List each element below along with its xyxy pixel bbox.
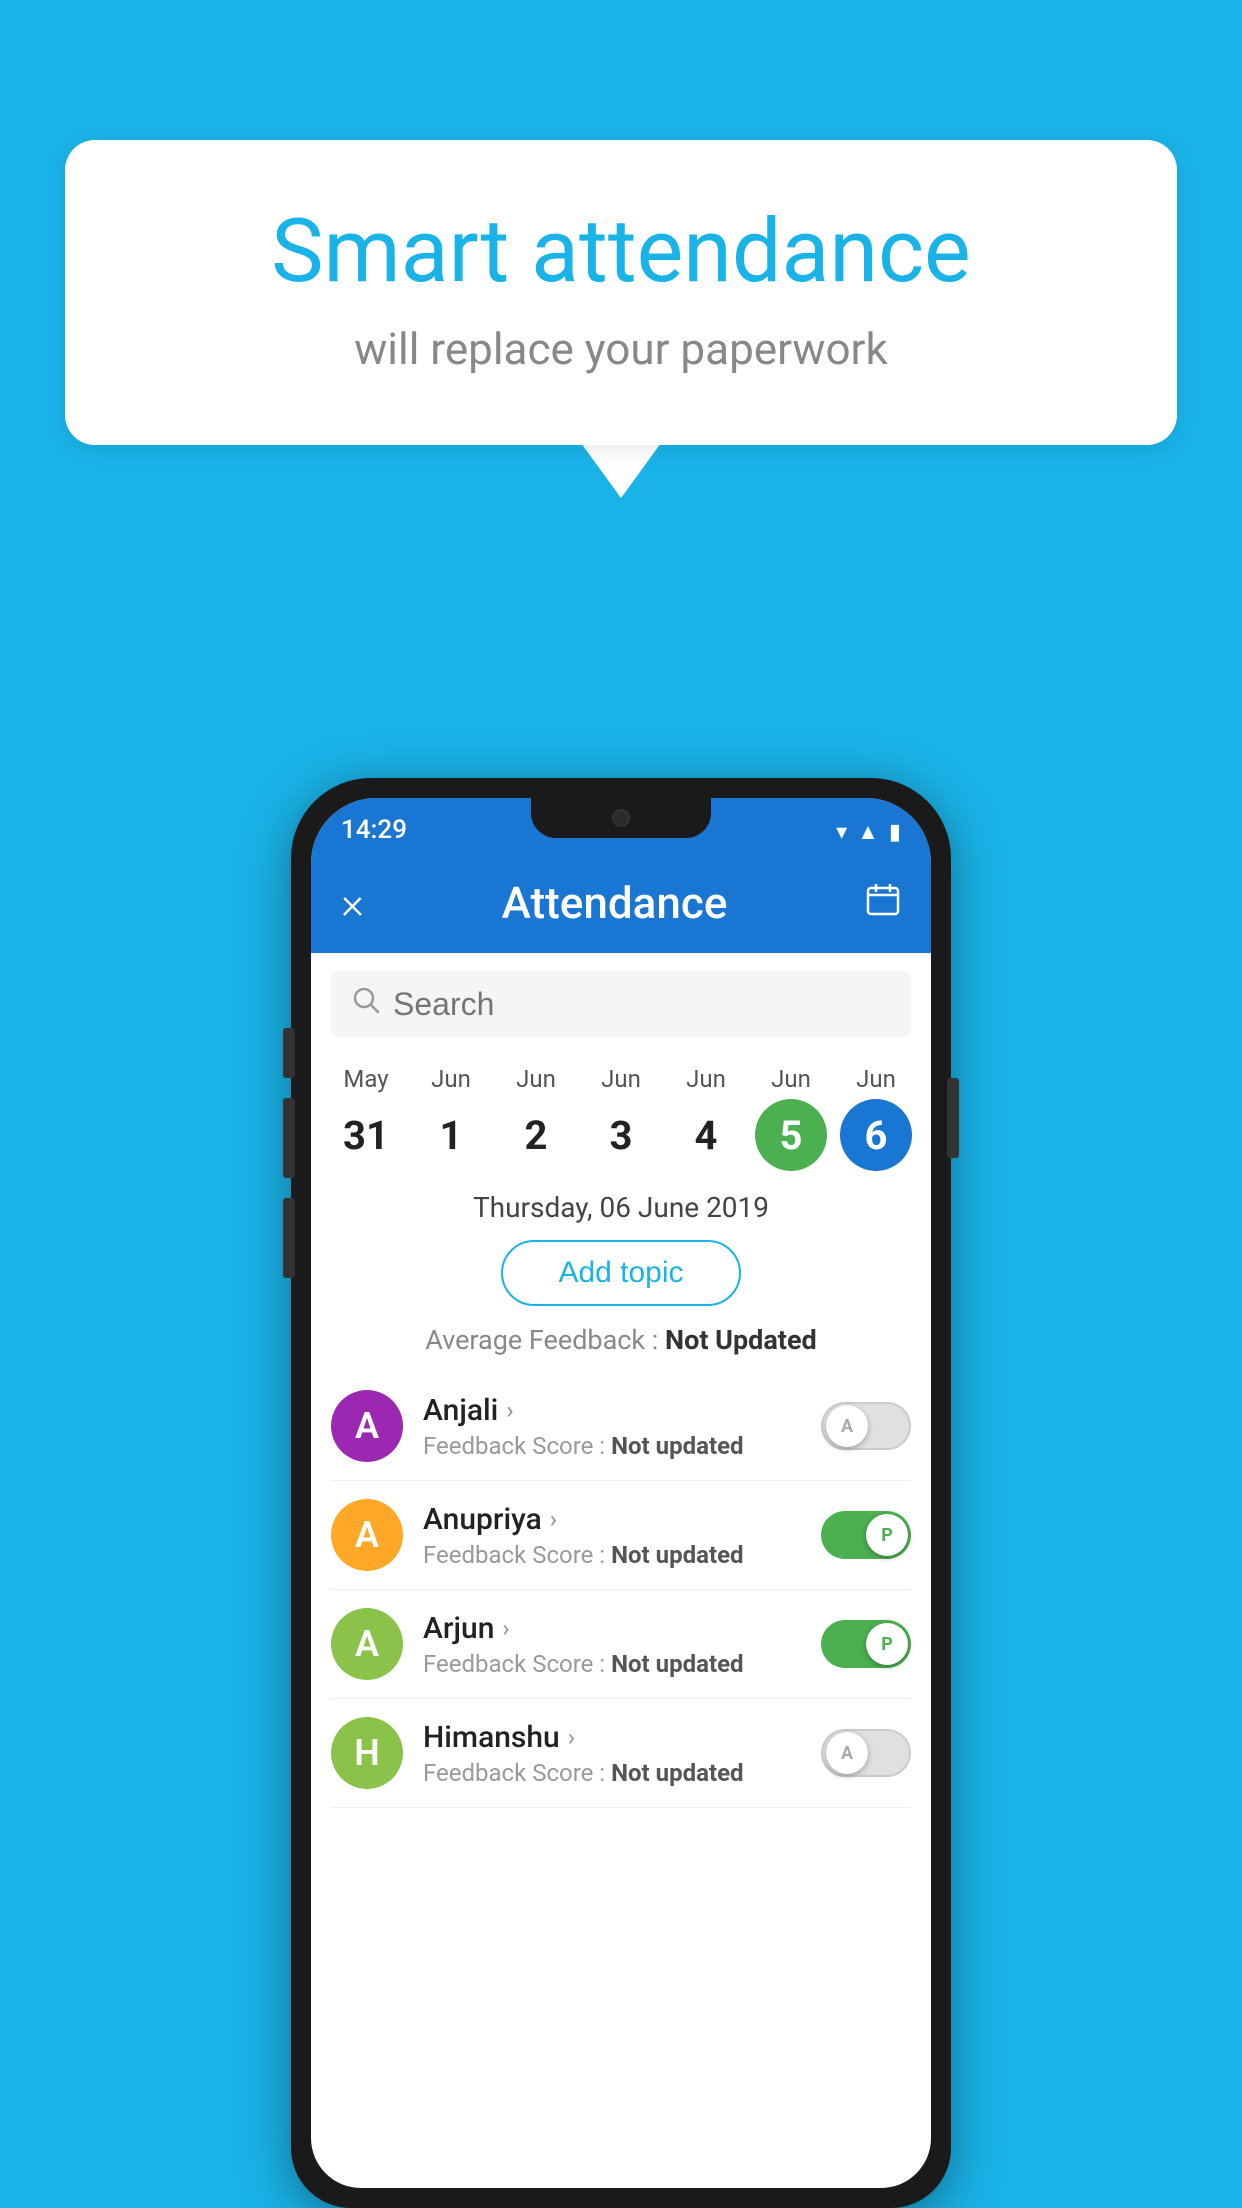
chevron-right-icon: › — [550, 1505, 557, 1533]
selected-date-label: Thursday, 06 June 2019 — [311, 1191, 931, 1224]
toggle-thumb: A — [826, 1405, 868, 1447]
close-button[interactable]: × — [341, 877, 364, 929]
cal-month: Jun — [431, 1065, 471, 1093]
cal-month: Jun — [516, 1065, 556, 1093]
cal-month: Jun — [771, 1065, 811, 1093]
cal-day[interactable]: 2 — [500, 1099, 572, 1171]
cal-day[interactable]: 1 — [415, 1099, 487, 1171]
student-item[interactable]: A Anupriya › Feedback Score : Not updated P — [331, 1481, 911, 1590]
toggle-thumb: P — [866, 1623, 908, 1665]
volume-up-button — [283, 1028, 295, 1078]
toggle-container[interactable]: A — [821, 1402, 911, 1450]
battery-icon: ▮ — [889, 820, 901, 845]
calendar-cell[interactable]: Jun 4 — [666, 1065, 746, 1171]
app-bar: × Attendance — [311, 853, 931, 953]
speech-bubble-container: Smart attendance will replace your paper… — [65, 140, 1177, 498]
speech-bubble-subtitle: will replace your paperwork — [135, 323, 1107, 375]
student-name: Arjun › — [423, 1611, 821, 1646]
speech-bubble: Smart attendance will replace your paper… — [65, 140, 1177, 445]
phone-notch — [531, 798, 711, 838]
search-icon — [351, 985, 381, 1023]
cal-month: Jun — [686, 1065, 726, 1093]
volume-down-button — [283, 1098, 295, 1178]
attendance-toggle[interactable]: A — [821, 1402, 911, 1450]
phone-screen: 14:29 ▾ ▲ ▮ × Attendance — [311, 798, 931, 2188]
calendar-icon[interactable] — [865, 881, 901, 926]
calendar-cell[interactable]: Jun 1 — [411, 1065, 491, 1171]
calendar-row: May 31 Jun 1 Jun 2 Jun 3 Jun 4 Jun 5 Jun 6 — [311, 1055, 931, 1181]
toggle-thumb: P — [866, 1514, 908, 1556]
camera-dot — [612, 809, 630, 827]
power-button — [947, 1078, 959, 1158]
student-item[interactable]: A Arjun › Feedback Score : Not updated P — [331, 1590, 911, 1699]
student-avatar: A — [331, 1608, 403, 1680]
student-feedback: Feedback Score : Not updated — [423, 1432, 821, 1460]
toggle-thumb: A — [826, 1732, 868, 1774]
status-time: 14:29 — [341, 815, 407, 845]
camera-button — [283, 1198, 295, 1278]
cal-month: Jun — [856, 1065, 896, 1093]
student-list: AAnjali ›Feedback Score : Not updatedAAA… — [311, 1372, 931, 1808]
chevron-right-icon: › — [502, 1614, 509, 1642]
cal-month: May — [343, 1065, 388, 1093]
student-name: Anupriya › — [423, 1502, 821, 1537]
student-info: Anupriya › Feedback Score : Not updated — [423, 1502, 821, 1569]
student-item[interactable]: H Himanshu › Feedback Score : Not updatedA — [331, 1699, 911, 1808]
calendar-cell[interactable]: May 31 — [326, 1065, 406, 1171]
student-avatar: A — [331, 1499, 403, 1571]
calendar-cell[interactable]: Jun 2 — [496, 1065, 576, 1171]
cal-month: Jun — [601, 1065, 641, 1093]
avg-feedback-label: Average Feedback : — [425, 1324, 665, 1356]
calendar-cell[interactable]: Jun 3 — [581, 1065, 661, 1171]
speech-bubble-title: Smart attendance — [135, 200, 1107, 303]
student-item[interactable]: AAnjali ›Feedback Score : Not updatedA — [331, 1372, 911, 1481]
add-topic-button[interactable]: Add topic — [501, 1240, 740, 1306]
avg-feedback: Average Feedback : Not Updated — [311, 1324, 931, 1356]
toggle-container[interactable]: P — [821, 1620, 911, 1668]
student-feedback: Feedback Score : Not updated — [423, 1541, 821, 1569]
cal-day[interactable]: 6 — [840, 1099, 912, 1171]
student-info: Arjun › Feedback Score : Not updated — [423, 1611, 821, 1678]
toggle-container[interactable]: P — [821, 1511, 911, 1559]
attendance-toggle[interactable]: A — [821, 1729, 911, 1777]
attendance-toggle[interactable]: P — [821, 1511, 911, 1559]
student-info: Anjali › Feedback Score : Not updated — [423, 1393, 821, 1460]
cal-day[interactable]: 3 — [585, 1099, 657, 1171]
student-info: Himanshu › Feedback Score : Not updated — [423, 1720, 821, 1787]
wifi-icon: ▾ — [836, 820, 847, 845]
calendar-cell[interactable]: Jun 5 — [751, 1065, 831, 1171]
student-avatar: H — [331, 1717, 403, 1789]
student-avatar: A — [331, 1390, 403, 1462]
calendar-cell[interactable]: Jun 6 — [836, 1065, 916, 1171]
search-input[interactable] — [393, 986, 891, 1023]
cal-day[interactable]: 31 — [330, 1099, 402, 1171]
status-icons: ▾ ▲ ▮ — [836, 819, 901, 845]
cal-day[interactable]: 5 — [755, 1099, 827, 1171]
attendance-toggle[interactable]: P — [821, 1620, 911, 1668]
signal-icon: ▲ — [857, 819, 879, 845]
cal-day[interactable]: 4 — [670, 1099, 742, 1171]
phone-frame: 14:29 ▾ ▲ ▮ × Attendance — [291, 778, 951, 2208]
speech-bubble-tail — [581, 443, 661, 498]
student-feedback: Feedback Score : Not updated — [423, 1759, 821, 1787]
avg-feedback-value: Not Updated — [665, 1324, 817, 1356]
chevron-right-icon: › — [506, 1396, 513, 1424]
student-name: Himanshu › — [423, 1720, 821, 1755]
student-name: Anjali › — [423, 1393, 821, 1428]
search-bar[interactable] — [331, 971, 911, 1037]
app-bar-title: Attendance — [502, 877, 728, 929]
chevron-right-icon: › — [568, 1723, 575, 1751]
student-feedback: Feedback Score : Not updated — [423, 1650, 821, 1678]
toggle-container[interactable]: A — [821, 1729, 911, 1777]
